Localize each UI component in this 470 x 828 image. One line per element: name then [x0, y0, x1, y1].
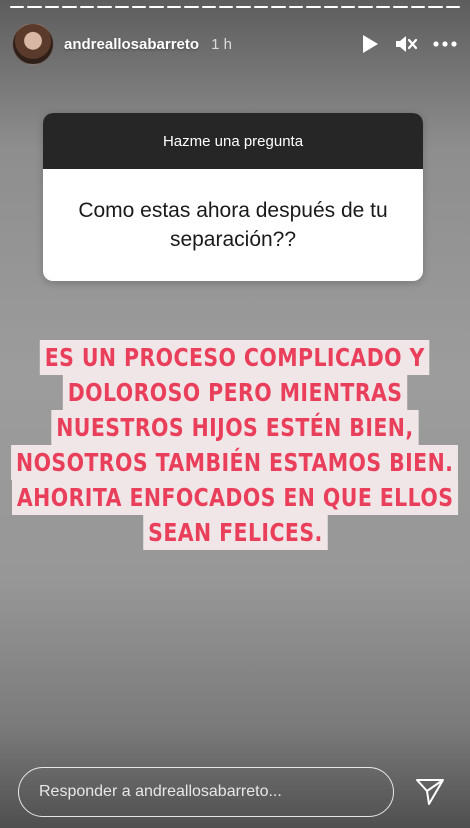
progress-segment [410, 6, 426, 8]
answer-line: AHORITA ENFOCADOS EN QUE ELLOS [11, 480, 459, 515]
progress-segment [10, 6, 25, 8]
progress-segment [323, 6, 339, 8]
progress-segment [131, 6, 147, 8]
question-sticker: Hazme una pregunta Como estas ahora desp… [43, 113, 423, 281]
story-controls [360, 33, 458, 55]
answer-line: DOLOROSO PERO MIENTRAS [62, 375, 408, 410]
post-time: 1 h [211, 35, 232, 53]
progress-segment [358, 6, 373, 8]
progress-segment [79, 6, 95, 8]
progress-segment [236, 6, 251, 8]
progress-segment [184, 6, 199, 8]
progress-segment [253, 6, 269, 8]
progress-segment [445, 6, 460, 8]
progress-segment [166, 6, 182, 8]
progress-segment [219, 6, 234, 8]
play-icon[interactable] [360, 33, 380, 55]
progress-segment [306, 6, 321, 8]
send-icon[interactable] [408, 770, 452, 814]
progress-segment [149, 6, 164, 8]
progress-segment [62, 6, 77, 8]
question-text: Como estas ahora después de tu separació… [78, 199, 388, 251]
username[interactable]: andreallosabarreto [64, 36, 199, 53]
progress-segment [27, 6, 42, 8]
answer-line: SEAN FELICES. [142, 515, 328, 550]
answer-line: NOSOTROS TAMBIÉN ESTAMOS BIEN. [11, 445, 459, 480]
progress-segment [428, 6, 443, 8]
mute-icon[interactable] [394, 33, 418, 55]
question-sticker-title: Hazme una pregunta [43, 113, 423, 169]
reply-input[interactable] [18, 767, 394, 817]
progress-segment [97, 6, 112, 8]
story-header: andreallosabarreto 1 h [12, 22, 458, 66]
story-progress-bar [10, 6, 460, 8]
progress-segment [114, 6, 129, 8]
more-icon[interactable] [432, 40, 458, 48]
answer-text: ES UN PROCESO COMPLICADO Y DOLOROSO PERO… [11, 340, 459, 550]
progress-segment [375, 6, 391, 8]
progress-segment [201, 6, 217, 8]
reply-bar [18, 767, 452, 817]
progress-segment [288, 6, 304, 8]
avatar[interactable] [12, 23, 54, 65]
progress-segment [341, 6, 356, 8]
progress-segment [44, 6, 60, 8]
answer-line: NUESTROS HIJOS ESTÉN BIEN, [51, 410, 419, 445]
progress-segment [271, 6, 286, 8]
answer-line: ES UN PROCESO COMPLICADO Y [40, 340, 430, 375]
progress-segment [393, 6, 408, 8]
